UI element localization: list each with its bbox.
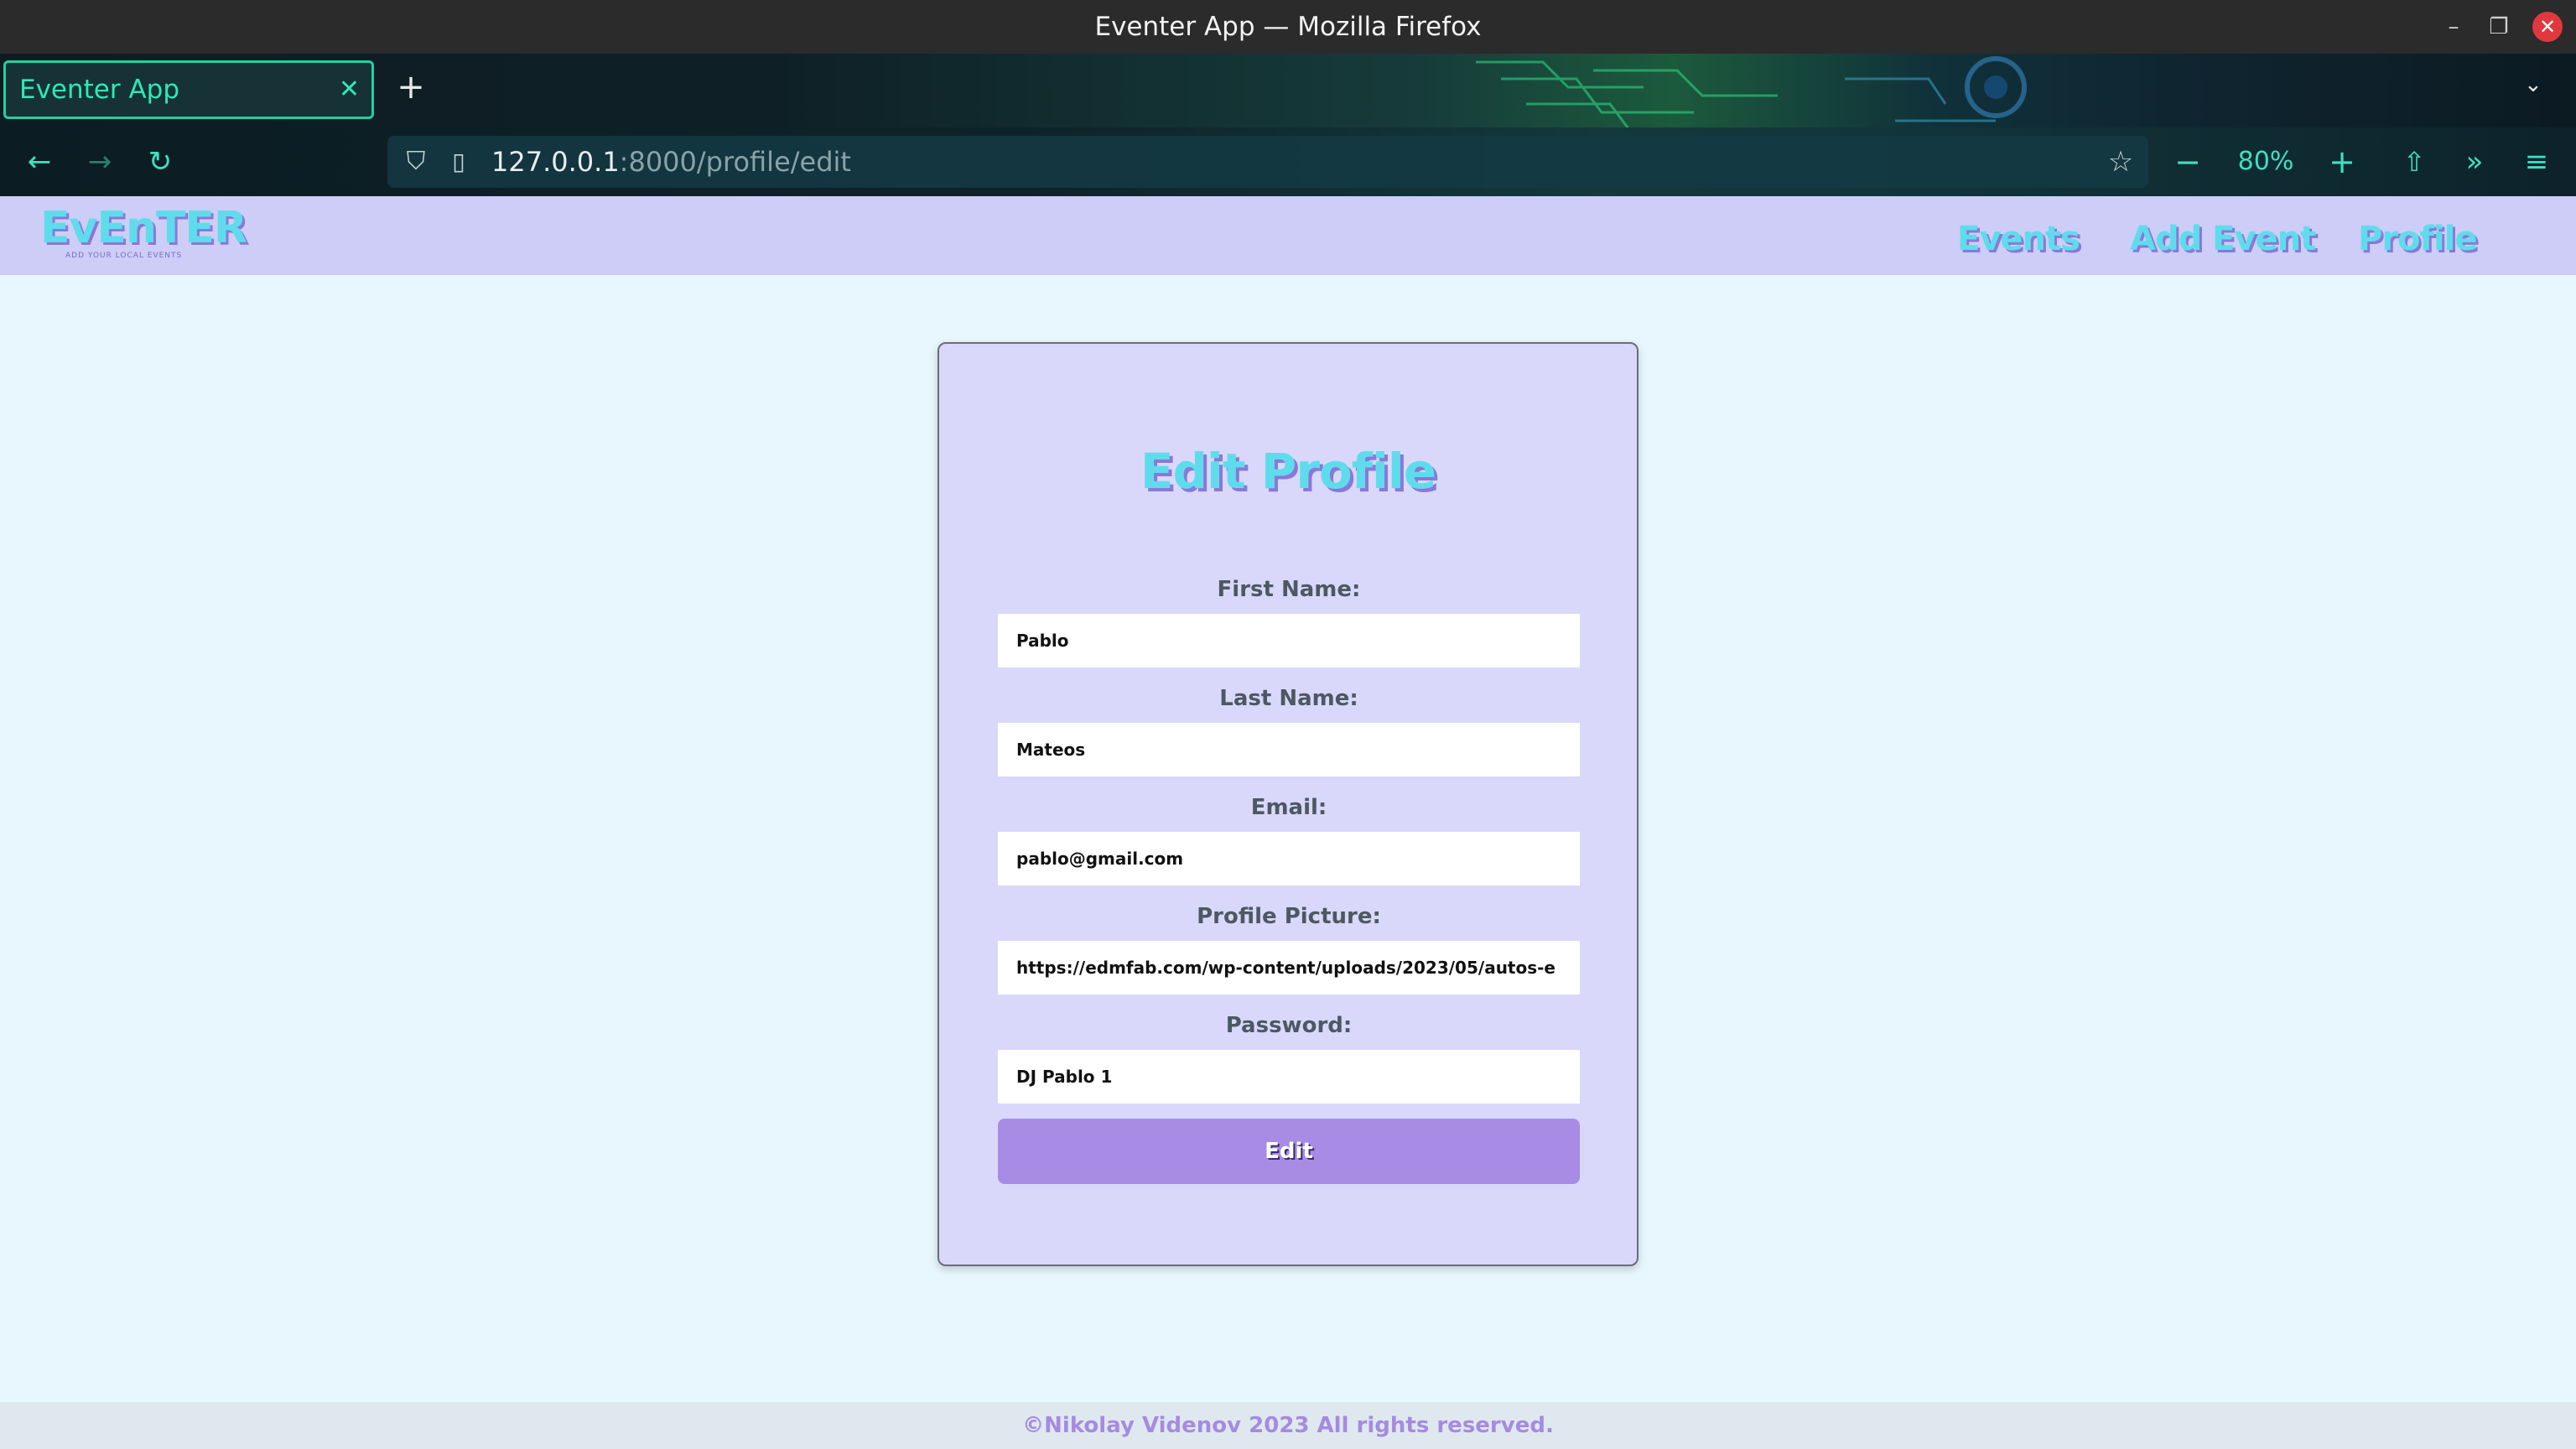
email-input[interactable]: pablo@gmail.com [998,832,1580,886]
new-tab-button[interactable]: + [394,70,428,104]
profile-picture-label: Profile Picture: [1197,904,1381,929]
email-label: Email: [1250,795,1327,820]
nav-link-events[interactable]: Events [1957,220,2080,258]
url-bar[interactable]: ⛉ ▯ 127.0.0.1:8000/profile/edit ☆ [387,136,2148,188]
url-path: :8000/profile/edit [619,146,851,178]
zoom-in-button[interactable]: + [2324,144,2360,179]
hamburger-menu-icon[interactable]: ≡ [2519,144,2554,179]
tab-eventer-app[interactable]: Eventer App ✕ [3,60,374,119]
footer-copyright: ©Nikolay Videnov 2023 All rights reserve… [1022,1413,1554,1438]
maximize-icon[interactable]: ❐ [2484,12,2514,42]
edit-submit-button[interactable]: Edit [998,1119,1580,1184]
site-header: EvEnTER ADD YOUR LOCAL EVENTS Events Add… [0,196,2576,275]
tab-close-icon[interactable]: ✕ [339,63,360,117]
overflow-chevron-icon[interactable]: » [2457,144,2492,179]
first-name-label: First Name: [1217,577,1361,602]
password-label: Password: [1225,1013,1353,1038]
shield-icon[interactable]: ⛉ [401,146,431,178]
nav-link-add-event[interactable]: Add Event [2130,220,2316,258]
window-title: Eventer App — Mozilla Firefox [1094,12,1482,42]
extensions-icon[interactable]: ⇧ [2397,144,2432,179]
tab-strip: Eventer App ✕ + ⌄ [0,54,2576,127]
back-icon[interactable]: ← [22,144,57,179]
logo-tagline: ADD YOUR LOCAL EVENTS [65,252,183,260]
minimize-icon[interactable]: – [2438,12,2469,42]
form-title: Edit Profile [1140,443,1436,500]
edit-profile-card: Edit Profile First Name: Pablo Last Name… [937,342,1639,1266]
tab-label: Eventer App [19,75,180,105]
page-info-icon[interactable]: ▯ [446,146,471,178]
close-window-icon[interactable]: ✕ [2532,12,2563,42]
first-name-input[interactable]: Pablo [998,614,1580,667]
nav-link-profile[interactable]: Profile [2358,220,2477,258]
site-footer: ©Nikolay Videnov 2023 All rights reserve… [0,1402,2576,1449]
bookmark-star-icon[interactable]: ☆ [2105,146,2137,178]
tab-list-chevron-icon[interactable]: ⌄ [2524,72,2542,97]
last-name-label: Last Name: [1219,686,1358,711]
reload-icon[interactable]: ↻ [143,144,178,179]
zoom-level[interactable]: 80% [2231,144,2301,179]
forward-icon[interactable]: → [82,144,117,179]
url-text[interactable]: 127.0.0.1:8000/profile/edit [491,136,851,188]
navigation-toolbar: ← → ↻ ⛉ ▯ 127.0.0.1:8000/profile/edit ☆ … [0,127,2576,196]
last-name-input[interactable]: Mateos [998,723,1580,776]
password-input[interactable]: DJ Pablo 1 [998,1050,1580,1104]
url-host: 127.0.0.1 [491,146,620,178]
eventer-logo[interactable]: EvEnTER ADD YOUR LOCAL EVENTS [40,203,247,260]
logo-text: EvEnTER [40,203,247,253]
zoom-out-button[interactable]: − [2170,144,2205,179]
window-titlebar: Eventer App — Mozilla Firefox – ❐ ✕ [0,0,2576,54]
profile-picture-input[interactable]: https://edmfab.com/wp-content/uploads/20… [998,941,1580,995]
